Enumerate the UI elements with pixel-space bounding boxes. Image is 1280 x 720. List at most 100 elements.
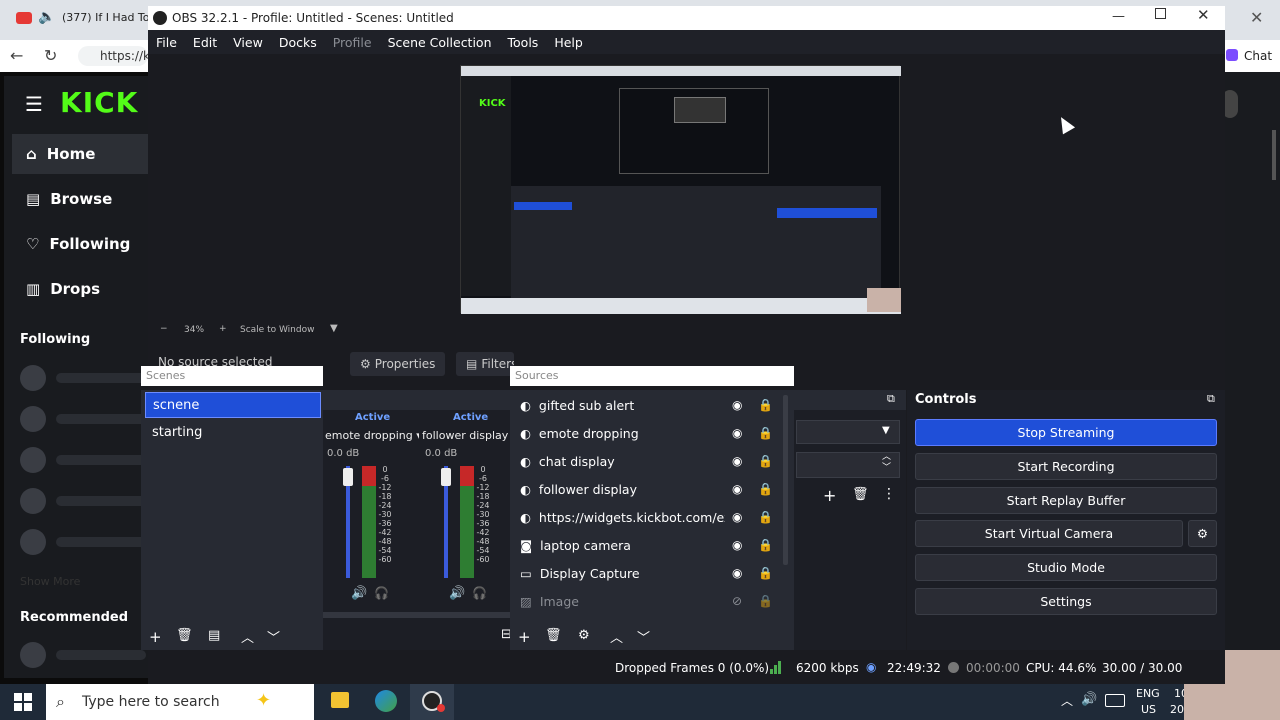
volume-fader-handle[interactable]	[441, 468, 451, 486]
maximize-icon[interactable]	[1155, 8, 1166, 19]
eye-hidden-icon[interactable]: ⊘	[732, 594, 742, 608]
start-recording-button[interactable]: Start Recording	[915, 453, 1217, 480]
kick-nav-home[interactable]: ⌂ Home	[12, 134, 148, 174]
lock-icon[interactable]: 🔒	[758, 454, 773, 468]
lock-icon[interactable]: 🔒	[758, 538, 773, 552]
sources-scrollbar[interactable]	[783, 395, 788, 565]
menu-help[interactable]: Help	[546, 35, 591, 50]
source-item[interactable]: ▭ Display Capture ◉ 🔒	[520, 560, 780, 586]
menu-profile[interactable]: Profile	[325, 35, 380, 50]
properties-button[interactable]: ⚙ Properties	[350, 352, 446, 376]
avatar[interactable]	[20, 488, 46, 514]
speaker-icon[interactable]: 🔊	[449, 586, 465, 601]
source-item[interactable]: ◙ laptop camera ◉ 🔒	[520, 532, 780, 558]
source-item[interactable]: ◐ chat display ◉ 🔒	[520, 448, 780, 474]
menu-file[interactable]: File	[148, 35, 185, 50]
eye-icon[interactable]: ◉	[732, 426, 742, 440]
speaker-icon[interactable]: 🔊	[1081, 692, 1097, 707]
filters-button[interactable]: ▤ Filters	[456, 352, 514, 376]
settings-button[interactable]: Settings	[915, 588, 1217, 615]
kick-logo[interactable]: KICK	[60, 86, 138, 119]
move-up-icon[interactable]: ︿	[241, 627, 254, 646]
gear-icon[interactable]: ⚙	[578, 628, 590, 643]
start-virtual-camera-button[interactable]: Start Virtual Camera	[915, 520, 1183, 547]
channel-name[interactable]: emote dropping ▾	[325, 429, 419, 442]
chevron-up-icon[interactable]: ︿	[1061, 692, 1073, 709]
menu-docks[interactable]: Docks	[271, 35, 325, 50]
add-icon[interactable]: +	[149, 628, 162, 646]
eye-icon[interactable]: ◉	[732, 510, 742, 524]
sources-dock-header[interactable]: Sources	[510, 366, 794, 386]
menu-scene-collection[interactable]: Scene Collection	[380, 35, 500, 50]
menu-edit[interactable]: Edit	[185, 35, 225, 50]
obs-taskbar-item[interactable]	[410, 684, 454, 720]
studio-mode-button[interactable]: Studio Mode	[915, 554, 1217, 581]
language-indicator[interactable]: ENG	[1136, 687, 1160, 700]
eye-icon[interactable]: ◉	[732, 482, 742, 496]
browser-tab-title[interactable]: (377) If I Had To D	[62, 11, 161, 24]
scene-filter-icon[interactable]: ▤	[208, 628, 220, 643]
spinner-icon[interactable]: ︿ ﹀	[882, 452, 891, 474]
edge-icon[interactable]	[375, 690, 397, 712]
speaker-icon[interactable]: 🔊	[351, 586, 367, 601]
taskbar-search[interactable]: ⌕ Type here to search ✦	[46, 684, 314, 720]
browser-close-icon[interactable]: ✕	[1250, 8, 1263, 27]
avatar[interactable]	[20, 447, 46, 473]
scenes-dock-header[interactable]: Scenes	[141, 366, 323, 386]
trash-icon[interactable]: 🗑	[852, 487, 869, 502]
menu-icon[interactable]: ☰	[25, 92, 43, 116]
headphones-icon[interactable]: 🎧	[472, 586, 487, 600]
avatar[interactable]	[20, 406, 46, 432]
channel-name[interactable]: follower display ▾	[422, 429, 512, 442]
source-item[interactable]: ◐ follower display ◉ 🔒	[520, 476, 780, 502]
mixer-scrollbar[interactable]	[323, 612, 513, 618]
start-icon[interactable]	[14, 693, 32, 711]
zoom-out-button[interactable]: −	[160, 324, 168, 334]
zoom-in-button[interactable]: +	[219, 324, 227, 334]
menu-tools[interactable]: Tools	[500, 35, 547, 50]
stop-streaming-button[interactable]: Stop Streaming	[915, 419, 1217, 446]
url-field[interactable]: https://k	[78, 46, 148, 66]
browser-scrollbar[interactable]	[1272, 130, 1276, 180]
chevron-down-icon[interactable]: ▼	[882, 425, 890, 436]
start-replay-buffer-button[interactable]: Start Replay Buffer	[915, 487, 1217, 514]
stream-preview[interactable]: KICK	[460, 65, 901, 314]
lock-icon[interactable]: 🔒	[758, 510, 773, 524]
menu-view[interactable]: View	[225, 35, 271, 50]
show-more-link[interactable]: Show More	[20, 575, 80, 588]
undock-icon[interactable]: ⧉	[887, 392, 895, 406]
eye-icon[interactable]: ◉	[732, 398, 742, 412]
keyboard-icon[interactable]	[1105, 694, 1125, 707]
move-down-icon[interactable]: ﹀	[637, 627, 650, 646]
kick-nav-following[interactable]: ♡ Following	[12, 224, 148, 264]
source-item[interactable]: ◐ gifted sub alert ◉ 🔒	[520, 392, 780, 418]
trash-icon[interactable]: 🗑	[176, 628, 193, 643]
add-icon[interactable]: +	[823, 486, 836, 505]
reload-icon[interactable]: ↻	[44, 46, 57, 65]
source-item[interactable]: ▨ Image ⊘ 🔒	[520, 588, 780, 614]
avatar[interactable]	[20, 365, 46, 391]
lock-icon[interactable]: 🔒	[758, 482, 773, 496]
trash-icon[interactable]: 🗑	[545, 628, 562, 643]
chevron-down-icon[interactable]: ▼	[330, 323, 338, 334]
minimize-icon[interactable]: —	[1112, 9, 1125, 24]
virtual-camera-settings-button[interactable]: ⚙	[1188, 520, 1217, 547]
add-icon[interactable]: +	[518, 628, 531, 646]
close-icon[interactable]: ✕	[1197, 6, 1210, 24]
undock-icon[interactable]: ⧉	[1207, 392, 1215, 406]
lock-icon[interactable]: 🔒	[758, 566, 773, 580]
kick-nav-drops[interactable]: ▥ Drops	[12, 269, 148, 309]
avatar[interactable]	[20, 529, 46, 555]
source-item[interactable]: ◐ https://widgets.kickbot.com/exte ◉ 🔒	[520, 504, 780, 530]
move-up-icon[interactable]: ︿	[610, 627, 623, 646]
source-item[interactable]: ◐ emote dropping ◉ 🔒	[520, 420, 780, 446]
region-indicator[interactable]: US	[1141, 703, 1156, 716]
scene-item[interactable]: starting	[145, 420, 321, 446]
move-down-icon[interactable]: ﹀	[267, 627, 280, 646]
scale-mode[interactable]: Scale to Window	[240, 325, 314, 335]
scene-item[interactable]: scnene	[145, 392, 321, 418]
eye-icon[interactable]: ◉	[732, 566, 742, 580]
more-icon[interactable]: ⋮	[882, 486, 896, 502]
lock-icon[interactable]: 🔒	[758, 398, 773, 412]
avatar[interactable]	[20, 642, 46, 668]
